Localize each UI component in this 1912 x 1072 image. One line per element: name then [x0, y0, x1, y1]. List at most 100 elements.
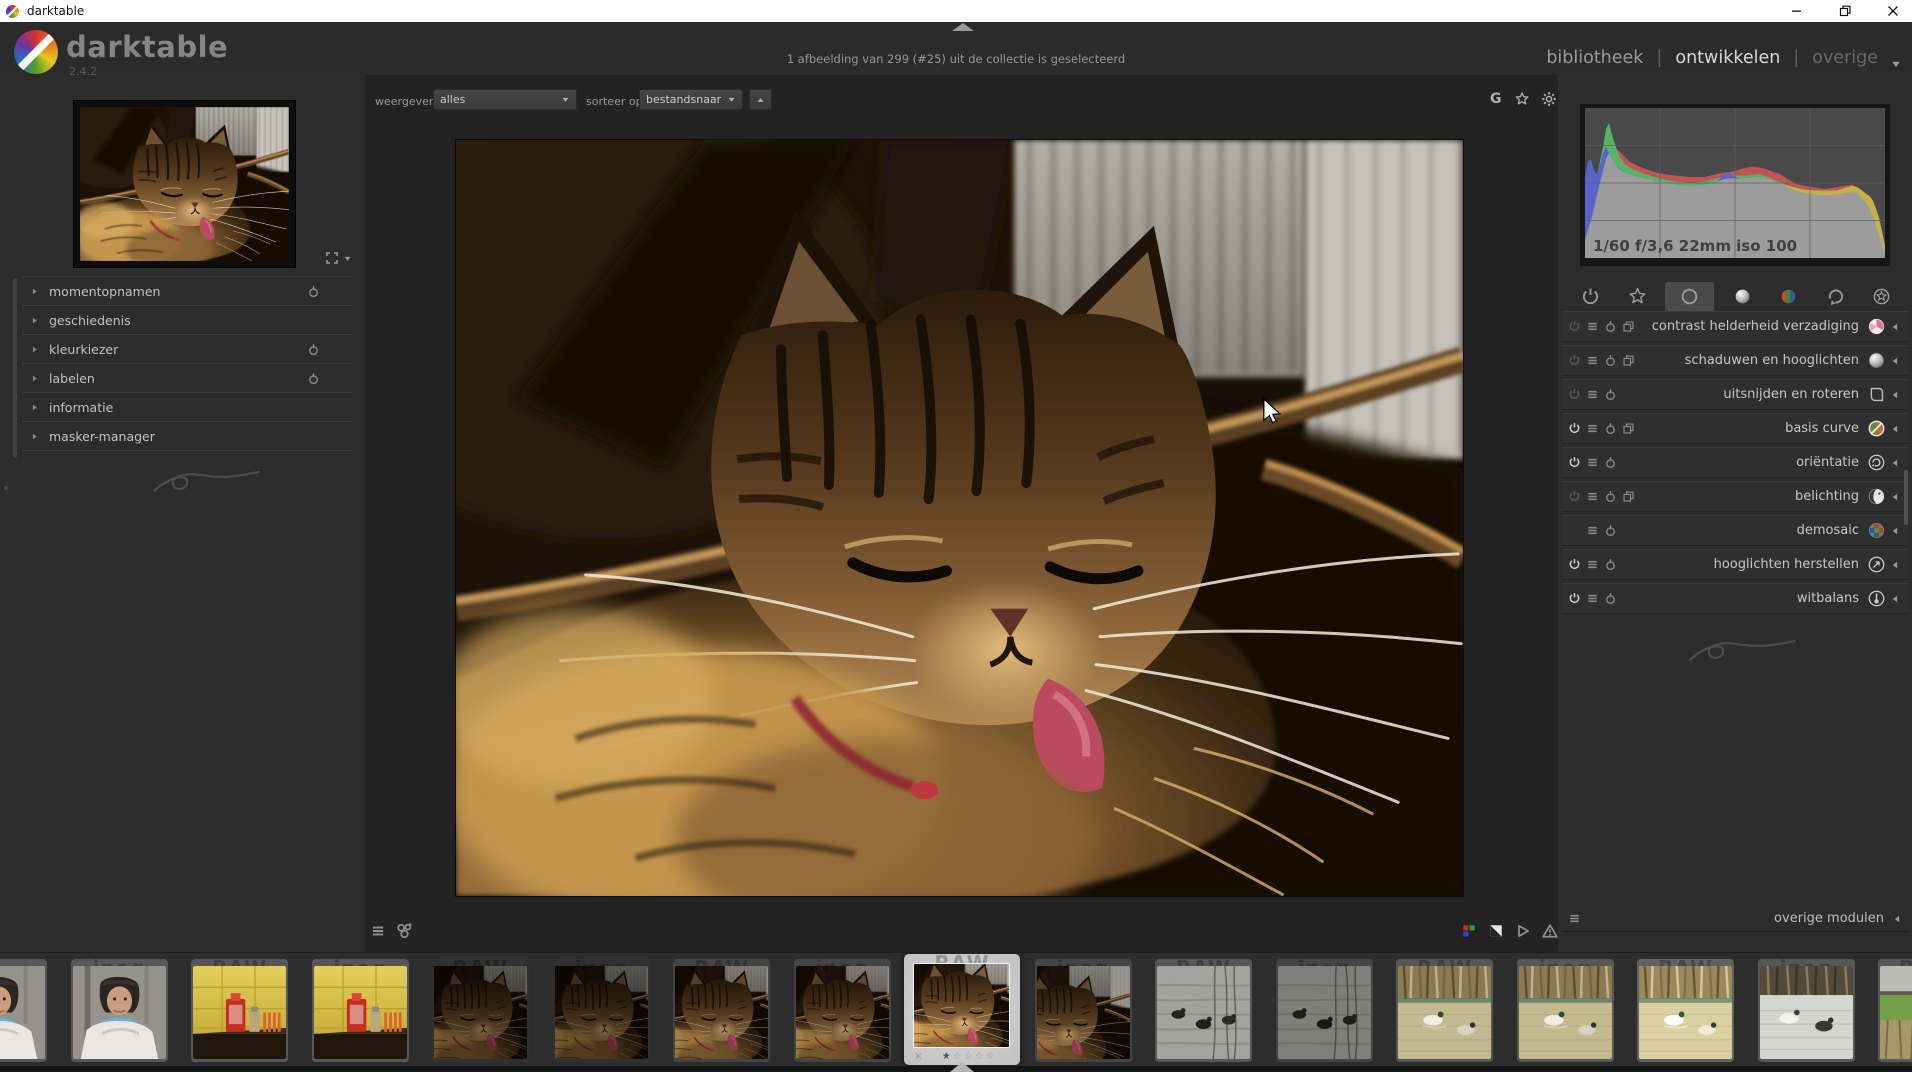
filmstrip[interactable]: jpeg RAW jpeg RAW jp — [0, 952, 1912, 1066]
reject-icon[interactable]: × — [914, 1051, 922, 1062]
filmstrip-thumbnail[interactable]: jpeg — [1276, 959, 1373, 1062]
module-expand-icon[interactable] — [1890, 560, 1900, 570]
close-button[interactable] — [1878, 0, 1908, 22]
main-image[interactable] — [455, 139, 1464, 897]
titlebar[interactable]: darktable — [0, 0, 1912, 22]
module-row[interactable]: schaduwen en hooglichten — [1562, 345, 1908, 376]
module-label[interactable]: contrast helderheid verzadiging — [1640, 319, 1863, 334]
view-tab[interactable]: bibliotheek — [1546, 48, 1643, 68]
module-power-icon[interactable] — [1568, 558, 1581, 571]
module-group-button[interactable] — [1770, 283, 1807, 310]
raw-overexposed-icon[interactable] — [1488, 923, 1504, 939]
navigation-thumbnail[interactable] — [73, 100, 296, 268]
histogram[interactable]: 1/60 f/3,6 22mm iso 100 — [1580, 104, 1890, 266]
module-expand-icon[interactable] — [1890, 458, 1900, 468]
overlays-star-icon[interactable] — [1514, 91, 1530, 107]
module-reset-icon[interactable] — [1604, 320, 1617, 333]
filmstrip-thumbnail[interactable]: jpeg — [1758, 959, 1855, 1062]
module-group-button[interactable] — [1724, 283, 1761, 310]
more-modules-presets-icon[interactable] — [1568, 912, 1581, 925]
module-expand-icon[interactable] — [1890, 594, 1900, 604]
module-expand-icon[interactable] — [1890, 526, 1900, 536]
module-reset-icon[interactable] — [1604, 558, 1617, 571]
more-modules-label[interactable]: overige modulen — [1774, 911, 1884, 926]
expander-icon[interactable] — [30, 345, 39, 354]
filmstrip-thumbnail[interactable]: RAW — [191, 959, 288, 1062]
module-row[interactable]: oriëntatie — [1562, 447, 1908, 478]
module-label[interactable]: hooglichten herstellen — [1622, 557, 1863, 572]
module-power-icon[interactable] — [1568, 320, 1581, 333]
view-tab[interactable]: | — [1793, 48, 1799, 68]
minimize-button[interactable] — [1782, 0, 1812, 22]
filmstrip-thumbnail[interactable]: jpeg — [794, 959, 891, 1062]
filmstrip-thumbnail[interactable]: RAW — [1155, 959, 1252, 1062]
module-group-button[interactable] — [1572, 283, 1609, 310]
left-panel-collapse-icon[interactable] — [1, 480, 10, 496]
module-row[interactable]: contrast helderheid verzadiging — [1562, 311, 1908, 342]
module-row[interactable]: belichting — [1562, 481, 1908, 512]
module-group-button[interactable] — [1817, 283, 1854, 310]
restore-button[interactable] — [1830, 0, 1860, 22]
module-row[interactable]: witbalans — [1562, 583, 1908, 614]
module-label[interactable]: belichting — [1640, 489, 1863, 504]
expander-icon[interactable] — [30, 287, 39, 296]
module-presets-icon[interactable] — [1586, 558, 1599, 571]
presets-menu-icon[interactable] — [370, 923, 386, 939]
filmstrip-thumbnail[interactable] — [0, 959, 47, 1062]
module-reset-icon[interactable] — [1604, 354, 1617, 367]
module-label[interactable]: witbalans — [1622, 591, 1863, 606]
module-row[interactable]: basis curve — [1562, 413, 1908, 444]
module-row[interactable]: uitsnijden en roteren — [1562, 379, 1908, 410]
left-panel-section[interactable]: momentopnamen — [22, 276, 352, 305]
filmstrip-thumbnail[interactable]: RAW — [1637, 959, 1734, 1062]
module-presets-icon[interactable] — [1586, 422, 1599, 435]
right-panel-scrollbar[interactable] — [1904, 470, 1908, 525]
expander-icon[interactable] — [30, 403, 39, 412]
module-expand-icon[interactable] — [1890, 322, 1900, 332]
module-instances-icon[interactable] — [1622, 490, 1635, 503]
reset-icon[interactable] — [307, 372, 320, 385]
zoom-fit-icon[interactable] — [325, 251, 339, 265]
module-reset-icon[interactable] — [1604, 422, 1617, 435]
sort-direction-button[interactable] — [749, 89, 772, 110]
filmstrip-thumbnail[interactable]: jpeg — [1035, 959, 1132, 1062]
module-power-icon[interactable] — [1568, 422, 1581, 435]
module-label[interactable]: demosaic — [1622, 523, 1863, 538]
filmstrip-thumbnail[interactable]: jpeg — [553, 959, 650, 1062]
module-presets-icon[interactable] — [1586, 388, 1599, 401]
filmstrip-thumbnail[interactable]: RAW — [1878, 959, 1912, 1062]
module-presets-icon[interactable] — [1586, 320, 1599, 333]
module-reset-icon[interactable] — [1604, 592, 1617, 605]
module-reset-icon[interactable] — [1604, 388, 1617, 401]
module-expand-icon[interactable] — [1890, 356, 1900, 366]
zoom-dropdown-icon[interactable] — [343, 254, 352, 263]
module-expand-icon[interactable] — [1890, 390, 1900, 400]
module-presets-icon[interactable] — [1586, 456, 1599, 469]
view-dropdown-icon[interactable] — [1890, 58, 1902, 70]
filmstrip-thumbnail[interactable]: RAW — [1396, 959, 1493, 1062]
module-power-icon[interactable] — [1568, 490, 1581, 503]
top-panel-collapse-arrow[interactable] — [952, 23, 974, 31]
left-panel-scrollbar[interactable] — [13, 278, 17, 458]
module-presets-icon[interactable] — [1586, 354, 1599, 367]
module-label[interactable]: oriëntatie — [1622, 455, 1863, 470]
filmstrip-thumbnail[interactable]: RAW — [673, 959, 770, 1062]
left-panel-section[interactable]: informatie — [22, 392, 352, 421]
more-modules-row[interactable]: overige modulen — [1562, 906, 1908, 932]
module-instances-icon[interactable] — [1622, 422, 1635, 435]
styles-icon[interactable] — [395, 921, 414, 940]
left-panel-section[interactable]: masker-manager — [22, 421, 352, 450]
reset-icon[interactable] — [307, 343, 320, 356]
view-tab[interactable]: overige — [1812, 48, 1878, 68]
overexposed-warning-icon[interactable] — [1542, 923, 1558, 939]
more-modules-expand-icon[interactable] — [1892, 914, 1902, 924]
module-power-icon[interactable] — [1568, 592, 1581, 605]
expander-icon[interactable] — [30, 316, 39, 325]
module-expand-icon[interactable] — [1890, 492, 1900, 502]
module-expand-icon[interactable] — [1890, 424, 1900, 434]
filmstrip-thumbnail[interactable]: jpeg — [1517, 959, 1614, 1062]
module-reset-icon[interactable] — [1604, 490, 1617, 503]
view-tab[interactable]: ontwikkelen — [1675, 48, 1780, 68]
module-presets-icon[interactable] — [1586, 592, 1599, 605]
module-reset-icon[interactable] — [1604, 456, 1617, 469]
